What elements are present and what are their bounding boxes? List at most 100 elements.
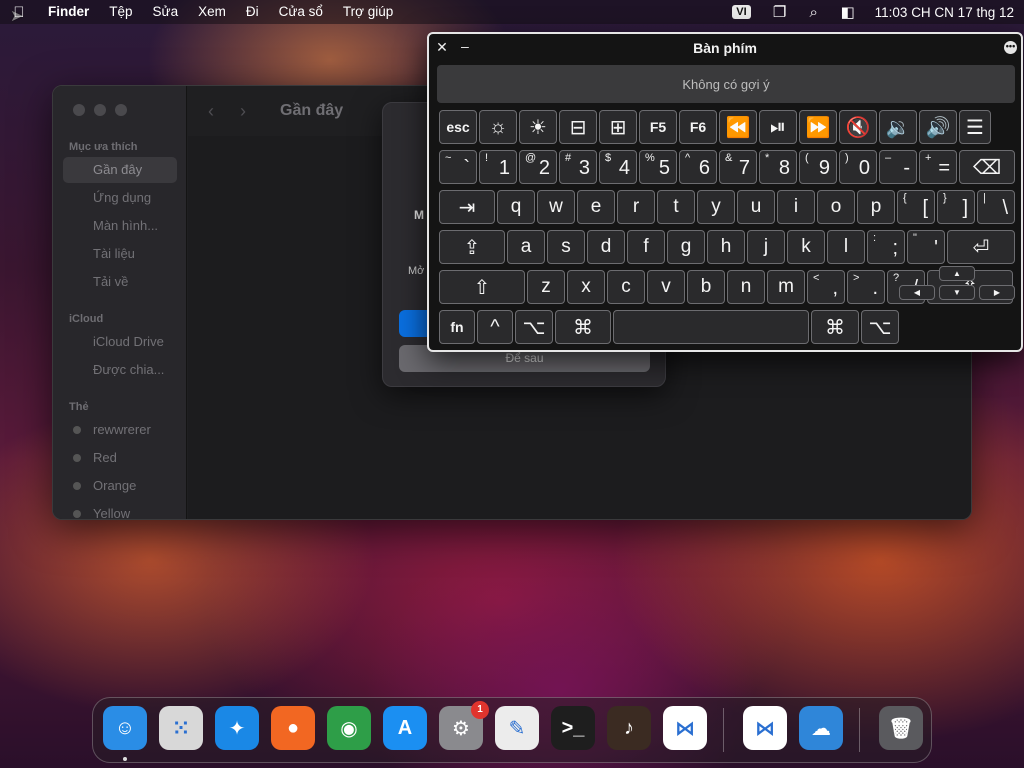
stage-manager-icon[interactable]: ❐ (763, 3, 797, 21)
key-0[interactable]: ) 0 (839, 150, 877, 184)
brightness-up-key[interactable]: ☀ (519, 110, 557, 144)
key-m[interactable]: m (767, 270, 805, 304)
key-3[interactable]: #3 (559, 150, 597, 184)
sidebar-tag-rewwrerer[interactable]: rewwrerer (63, 417, 177, 443)
key-7[interactable]: & 7 (719, 150, 757, 184)
key-d[interactable]: d (587, 230, 625, 264)
key-[[interactable]: {[ (897, 190, 935, 224)
command-right-key[interactable]: ⌘ (811, 310, 859, 344)
key-F6[interactable]: F6 (679, 110, 717, 144)
key-n[interactable]: n (727, 270, 765, 304)
vscode-app[interactable]: ⋈ (663, 706, 707, 750)
key-][interactable]: }] (937, 190, 975, 224)
key-F5[interactable]: F5 (639, 110, 677, 144)
menu-go[interactable]: Đi (236, 0, 269, 24)
caps-lock-key[interactable]: ⇪ (439, 230, 505, 264)
key-e[interactable]: e (577, 190, 615, 224)
list-key[interactable]: ☰ (959, 110, 991, 144)
delete-key[interactable]: ⌫ (959, 150, 1015, 184)
key-x[interactable]: x (567, 270, 605, 304)
return-key[interactable]: ⏎ (947, 230, 1015, 264)
key-9[interactable]: (9 (799, 150, 837, 184)
key-r[interactable]: r (617, 190, 655, 224)
sidebar-item-shared[interactable]: Được chia... (63, 357, 177, 383)
key-5[interactable]: % 5 (639, 150, 677, 184)
zoom-window-button[interactable] (115, 104, 127, 116)
visual-studio-app[interactable]: ⋈ (743, 706, 787, 750)
trash-app[interactable]: 🗑 (879, 706, 923, 750)
key-y[interactable]: y (697, 190, 735, 224)
key-v[interactable]: v (647, 270, 685, 304)
key-l[interactable]: l (827, 230, 865, 264)
sidebar-tag-red[interactable]: Red (63, 445, 177, 471)
option-right-key[interactable]: ⌥ (861, 310, 899, 344)
key-h[interactable]: h (707, 230, 745, 264)
key-8[interactable]: * 8 (759, 150, 797, 184)
arrow-down-key[interactable]: ▼ (939, 285, 975, 300)
key-6[interactable]: ^ 6 (679, 150, 717, 184)
menu-file[interactable]: Tệp (99, 0, 142, 24)
sidebar-tag-yellow[interactable]: Yellow (63, 501, 177, 519)
key-g[interactable]: g (667, 230, 705, 264)
key-i[interactable]: i (777, 190, 815, 224)
rewind-key[interactable]: ⏪ (719, 110, 757, 144)
chrome-app[interactable]: ◉ (327, 706, 371, 750)
key-z[interactable]: z (527, 270, 565, 304)
forward-chevron-icon[interactable]: › (240, 101, 272, 122)
finder-app[interactable]: ☺ (103, 706, 147, 750)
mute-key[interactable]: 🔇 (839, 110, 877, 144)
menu-app-name[interactable]: Finder (38, 0, 99, 24)
system-settings-app[interactable]: ⚙ 1 (439, 701, 489, 750)
sidebar-item-documents[interactable]: Tài liệu (63, 241, 177, 267)
mission-control-key[interactable]: ⊟ (559, 110, 597, 144)
key-a[interactable]: a (507, 230, 545, 264)
back-chevron-icon[interactable]: ‹ (208, 101, 240, 122)
apple-logo-icon[interactable]:  (0, 4, 38, 21)
key-esc[interactable]: esc (439, 110, 477, 144)
key-fn[interactable]: fn (439, 310, 475, 344)
menu-window[interactable]: Cửa sổ (269, 0, 333, 24)
minimize-window-button[interactable] (94, 104, 106, 116)
brightness-down-key[interactable]: ☼ (479, 110, 517, 144)
arrow-up-key[interactable]: ▲ (939, 266, 975, 281)
shift-left-key[interactable]: ⇧ (439, 270, 525, 304)
input-source-indicator[interactable]: VI (732, 5, 751, 19)
menu-help[interactable]: Trợ giúp (333, 0, 403, 24)
key-t[interactable]: t (657, 190, 695, 224)
key-2[interactable]: @2 (519, 150, 557, 184)
control-center-icon[interactable]: ◧ (831, 3, 865, 21)
sidebar-item-applications[interactable]: Ứng dụng (63, 185, 177, 211)
command-key[interactable]: ⌘ (555, 310, 611, 344)
volume-up-key[interactable]: 🔊 (919, 110, 957, 144)
key-4[interactable]: $4 (599, 150, 637, 184)
key-\[interactable]: | \ (977, 190, 1015, 224)
key-u[interactable]: u (737, 190, 775, 224)
menu-edit[interactable]: Sửa (143, 0, 189, 24)
play-pause-key[interactable]: ⏯ (759, 110, 797, 144)
key-c[interactable]: c (607, 270, 645, 304)
key-,[interactable]: <, (807, 270, 845, 304)
option-key[interactable]: ⌥ (515, 310, 553, 344)
sidebar-tag-orange[interactable]: Orange (63, 473, 177, 499)
key-`[interactable]: ~ ` (439, 150, 477, 184)
key-w[interactable]: w (537, 190, 575, 224)
options-icon[interactable]: ••• (1004, 41, 1017, 54)
key-'[interactable]: " ' (907, 230, 945, 264)
key-=[interactable]: + = (919, 150, 957, 184)
menu-view[interactable]: Xem (188, 0, 236, 24)
key-f[interactable]: f (627, 230, 665, 264)
sidebar-item-recents[interactable]: Gần đây (63, 157, 177, 183)
terminal-app[interactable]: >_ (551, 706, 595, 750)
key-j[interactable]: j (747, 230, 785, 264)
firefox-app[interactable]: ● (271, 706, 315, 750)
key-q[interactable]: q (497, 190, 535, 224)
key-.[interactable]: >. (847, 270, 885, 304)
key-b[interactable]: b (687, 270, 725, 304)
key-s[interactable]: s (547, 230, 585, 264)
close-window-button[interactable] (73, 104, 85, 116)
key-o[interactable]: o (817, 190, 855, 224)
key-p[interactable]: p (857, 190, 895, 224)
garageband-app[interactable]: ♪ (607, 706, 651, 750)
arrow-left-key[interactable]: ◀ (899, 285, 935, 300)
fast-forward-key[interactable]: ⏩ (799, 110, 837, 144)
